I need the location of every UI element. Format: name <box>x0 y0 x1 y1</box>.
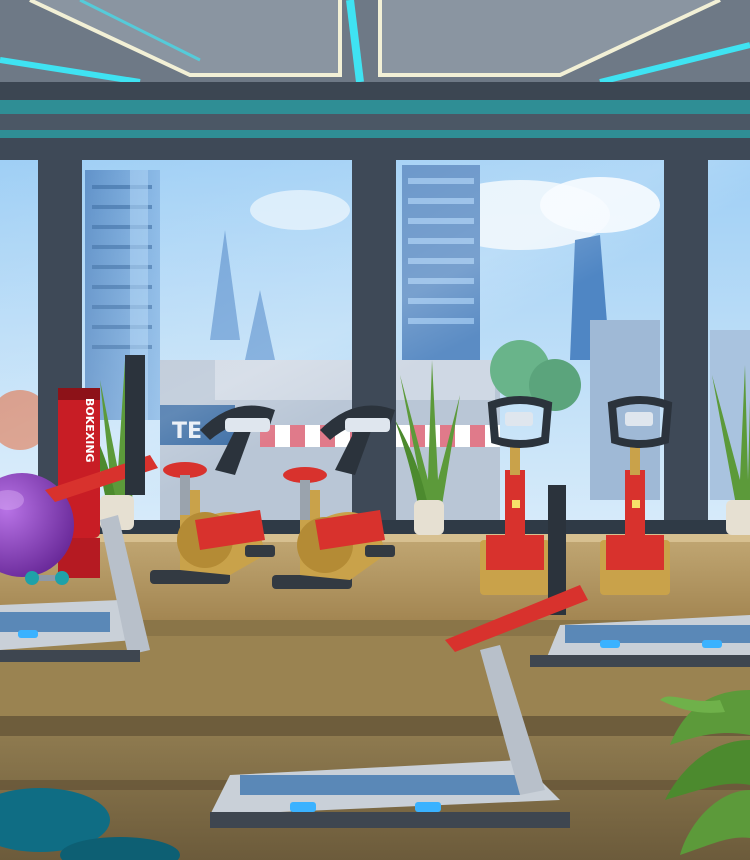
gym-background-art: TE <box>0 0 750 860</box>
gym-scene: TE <box>0 0 750 860</box>
punching-bag-brand: BOKEXING <box>83 398 96 463</box>
ceiling <box>0 0 750 90</box>
ceiling-beam <box>0 82 750 160</box>
